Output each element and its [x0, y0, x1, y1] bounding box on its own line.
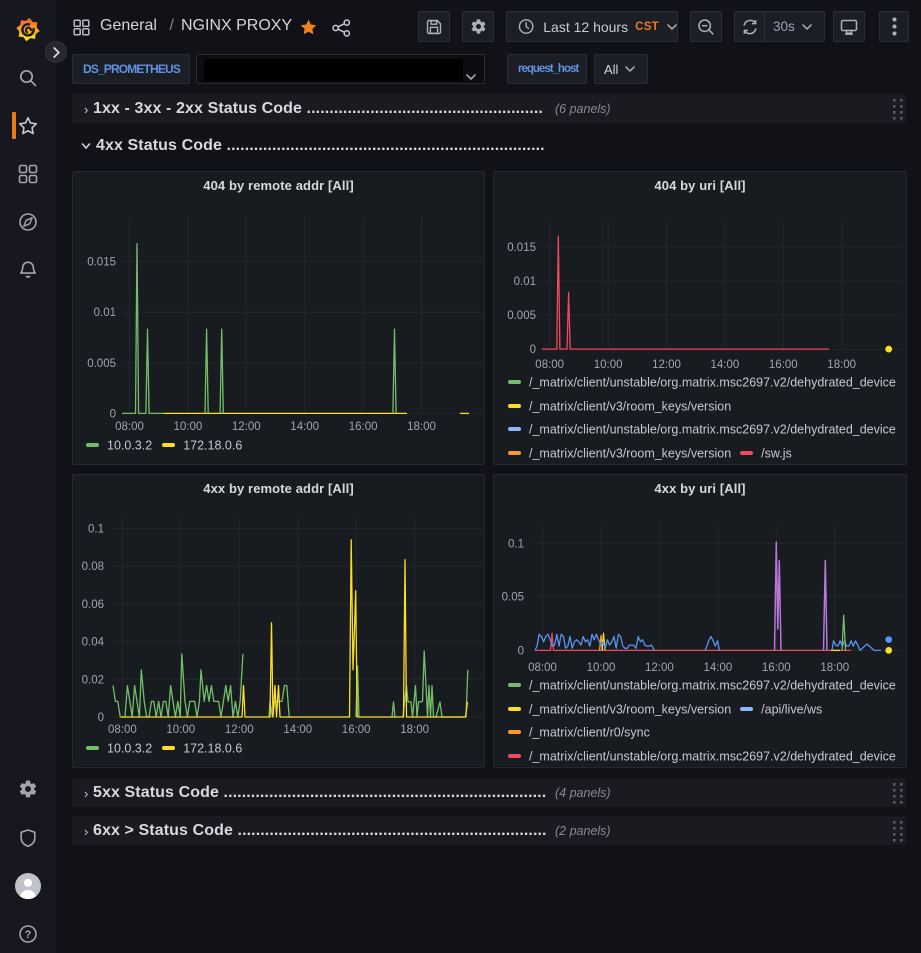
svg-text:12:00: 12:00 — [232, 421, 261, 433]
svg-text:18:00: 18:00 — [827, 359, 856, 371]
svg-text:16:00: 16:00 — [342, 724, 371, 736]
svg-text:0: 0 — [518, 645, 524, 657]
svg-text:0.015: 0.015 — [87, 256, 116, 268]
svg-text:12:00: 12:00 — [645, 662, 674, 674]
svg-text:0.01: 0.01 — [94, 307, 116, 319]
svg-text:16:00: 16:00 — [349, 421, 378, 433]
svg-text:18:00: 18:00 — [820, 662, 849, 674]
svg-text:10:00: 10:00 — [594, 359, 623, 371]
svg-text:08:00: 08:00 — [108, 724, 137, 736]
svg-text:0.04: 0.04 — [82, 637, 105, 649]
svg-text:14:00: 14:00 — [711, 359, 740, 371]
svg-text:12:00: 12:00 — [652, 359, 681, 371]
svg-text:?: ? — [25, 929, 32, 941]
svg-text:14:00: 14:00 — [704, 662, 733, 674]
svg-text:14:00: 14:00 — [290, 421, 319, 433]
svg-text:10:00: 10:00 — [166, 724, 195, 736]
svg-text:18:00: 18:00 — [400, 724, 429, 736]
svg-text:0.01: 0.01 — [514, 276, 536, 288]
svg-text:0: 0 — [98, 712, 104, 724]
svg-text:0.06: 0.06 — [82, 599, 104, 611]
svg-text:0.1: 0.1 — [508, 538, 524, 550]
svg-text:14:00: 14:00 — [283, 724, 312, 736]
svg-text:10:00: 10:00 — [587, 662, 616, 674]
svg-text:0.02: 0.02 — [82, 674, 104, 686]
svg-text:0: 0 — [530, 344, 536, 356]
svg-text:0.005: 0.005 — [87, 358, 116, 370]
svg-text:10:00: 10:00 — [174, 421, 203, 433]
svg-text:12:00: 12:00 — [225, 724, 254, 736]
svg-text:08:00: 08:00 — [535, 359, 564, 371]
svg-text:0.05: 0.05 — [502, 591, 524, 603]
svg-text:18:00: 18:00 — [407, 421, 436, 433]
svg-text:08:00: 08:00 — [528, 662, 557, 674]
svg-text:0.08: 0.08 — [82, 561, 104, 573]
svg-text:0.005: 0.005 — [507, 310, 536, 322]
svg-text:0.1: 0.1 — [88, 524, 104, 536]
svg-text:16:00: 16:00 — [769, 359, 798, 371]
svg-text:16:00: 16:00 — [762, 662, 791, 674]
svg-text:0.015: 0.015 — [507, 242, 536, 254]
svg-text:0: 0 — [110, 408, 116, 420]
svg-text:08:00: 08:00 — [115, 421, 144, 433]
